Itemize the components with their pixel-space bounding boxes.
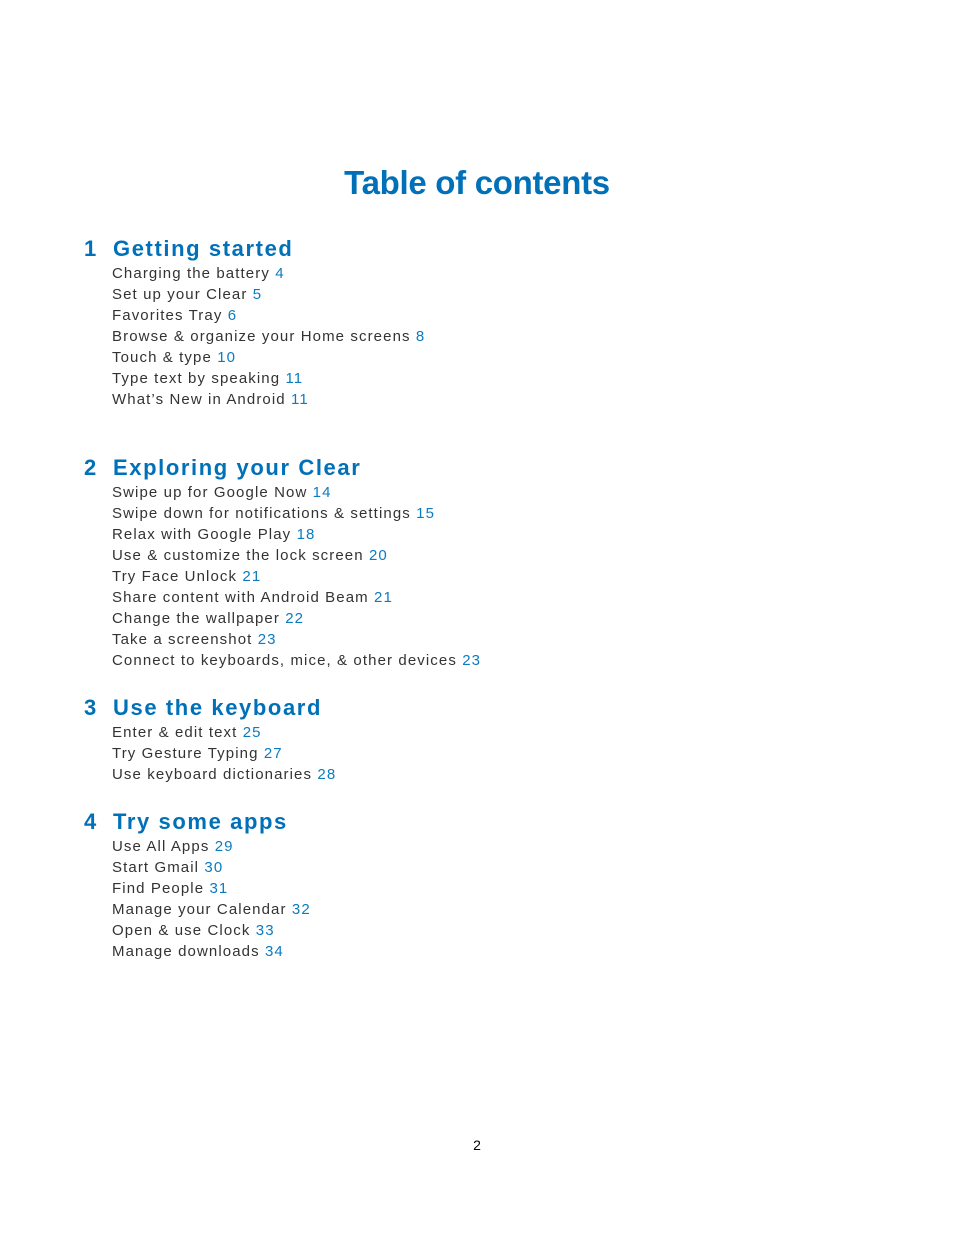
toc-entry-label: Manage downloads xyxy=(112,943,260,960)
section-heading[interactable]: 1 Getting started xyxy=(84,235,425,263)
toc-entry[interactable]: Share content with Android Beam 21 xyxy=(112,587,481,608)
toc-entry-page[interactable]: 30 xyxy=(204,859,223,876)
toc-entry-label: Connect to keyboards, mice, & other devi… xyxy=(112,652,457,669)
section-title: Try some apps xyxy=(113,809,288,834)
toc-section: 1 Getting started Charging the battery 4 Se… xyxy=(84,235,425,410)
toc-entry[interactable]: Relax with Google Play 18 xyxy=(112,524,481,545)
section-items: Enter & edit text 25 Try Gesture Typing 2… xyxy=(112,722,336,785)
toc-entry-label: Swipe up for Google Now xyxy=(112,484,308,501)
toc-entry[interactable]: Use & customize the lock screen 20 xyxy=(112,545,481,566)
toc-entry-page[interactable]: 21 xyxy=(374,589,393,606)
toc-entry-label: Try Gesture Typing xyxy=(112,745,259,762)
toc-section: 4 Try some apps Use All Apps 29 Start Gmail… xyxy=(84,808,311,962)
toc-entry-label: Find People xyxy=(112,880,205,897)
toc-entry[interactable]: What’s New in Android 11 xyxy=(112,389,425,410)
section-title: Use the keyboard xyxy=(113,695,323,720)
toc-entry-label: Take a screenshot xyxy=(112,631,253,648)
toc-entry-label: What’s New in Android xyxy=(112,391,286,408)
section-heading[interactable]: 2 Exploring your Clear xyxy=(84,454,481,482)
toc-entry-label: Swipe down for notifications & settings xyxy=(112,505,411,522)
toc-entry-label: Charging the battery xyxy=(112,265,270,282)
toc-entry-page[interactable]: 31 xyxy=(209,880,228,897)
toc-entry-page[interactable]: 5 xyxy=(253,286,262,303)
toc-entry-page[interactable]: 10 xyxy=(217,349,236,366)
toc-entry[interactable]: Type text by speaking 11 xyxy=(112,368,425,389)
toc-entry-label: Open & use Clock xyxy=(112,922,251,939)
toc-entry-page[interactable]: 22 xyxy=(285,610,304,627)
section-title: Getting started xyxy=(113,236,294,261)
section-heading[interactable]: 4 Try some apps xyxy=(84,808,311,836)
toc-entry[interactable]: Manage your Calendar 32 xyxy=(112,899,311,920)
page-title: Table of contents xyxy=(344,164,610,201)
toc-entry[interactable]: Swipe up for Google Now 14 xyxy=(112,482,481,503)
toc-entry[interactable]: Try Face Unlock 21 xyxy=(112,566,481,587)
toc-entry[interactable]: Open & use Clock 33 xyxy=(112,920,311,941)
toc-entry[interactable]: Manage downloads 34 xyxy=(112,941,311,962)
toc-entry[interactable]: Enter & edit text 25 xyxy=(112,722,336,743)
toc-entry-page[interactable]: 21 xyxy=(242,568,261,585)
toc-entry-page[interactable]: 34 xyxy=(265,943,284,960)
toc-entry[interactable]: Take a screenshot 23 xyxy=(112,629,481,650)
toc-entry-label: Start Gmail xyxy=(112,859,200,876)
page-number: 2 xyxy=(473,1137,481,1153)
toc-entry-label: Enter & edit text xyxy=(112,724,238,741)
toc-entry[interactable]: Set up your Clear 5 xyxy=(112,284,425,305)
toc-entry[interactable]: Swipe down for notifications & settings … xyxy=(112,503,481,524)
toc-entry-label: Share content with Android Beam xyxy=(112,589,369,606)
section-number: 4 xyxy=(84,809,98,834)
toc-entry[interactable]: Try Gesture Typing 27 xyxy=(112,743,336,764)
toc-entry-label: Touch & type xyxy=(112,349,212,366)
toc-entry-page[interactable]: 23 xyxy=(258,631,277,648)
section-items: Charging the battery 4 Set up your Clear … xyxy=(112,263,425,410)
toc-entry-label: Relax with Google Play xyxy=(112,526,292,543)
toc-entry-page[interactable]: 20 xyxy=(369,547,388,564)
toc-entry[interactable]: Browse & organize your Home screens 8 xyxy=(112,326,425,347)
toc-entry[interactable]: Find People 31 xyxy=(112,878,311,899)
toc-entry-label: Use keyboard dictionaries xyxy=(112,766,313,783)
toc-entry-page[interactable]: 23 xyxy=(462,652,481,669)
toc-entry-page[interactable]: 14 xyxy=(313,484,332,501)
toc-entry[interactable]: Change the wallpaper 22 xyxy=(112,608,481,629)
toc-entry[interactable]: Favorites Tray 6 xyxy=(112,305,425,326)
toc-entry[interactable]: Touch & type 10 xyxy=(112,347,425,368)
section-number: 3 xyxy=(84,695,98,720)
toc-entry-page[interactable]: 8 xyxy=(416,328,425,345)
toc-entry[interactable]: Start Gmail 30 xyxy=(112,857,311,878)
toc-entry-page[interactable]: 6 xyxy=(228,307,237,324)
toc-entry-page[interactable]: 25 xyxy=(243,724,262,741)
toc-entry-label: Use All Apps xyxy=(112,838,210,855)
section-items: Swipe up for Google Now 14 Swipe down for… xyxy=(112,482,481,671)
toc-entry-page[interactable]: 33 xyxy=(256,922,275,939)
toc-entry-label: Try Face Unlock xyxy=(112,568,238,585)
toc-section: 3 Use the keyboard Enter & edit text 25 Try… xyxy=(84,694,336,785)
toc-entry-page[interactable]: 11 xyxy=(285,370,303,387)
toc-entry-page[interactable]: 29 xyxy=(215,838,234,855)
toc-entry[interactable]: Use All Apps 29 xyxy=(112,836,311,857)
section-title: Exploring your Clear xyxy=(113,455,362,480)
toc-section: 2 Exploring your Clear Swipe up for Google… xyxy=(84,454,481,671)
toc-entry-page[interactable]: 4 xyxy=(275,265,284,282)
section-items: Use All Apps 29 Start Gmail 30 Find People… xyxy=(112,836,311,962)
toc-entry-label: Type text by speaking xyxy=(112,370,281,387)
toc-entry-page[interactable]: 32 xyxy=(292,901,311,918)
section-heading[interactable]: 3 Use the keyboard xyxy=(84,694,336,722)
toc-entry-page[interactable]: 28 xyxy=(317,766,336,783)
toc-entry-label: Set up your Clear xyxy=(112,286,248,303)
toc-entry-page[interactable]: 27 xyxy=(264,745,283,762)
toc-entry-page[interactable]: 15 xyxy=(416,505,435,522)
toc-entry-label: Favorites Tray xyxy=(112,307,223,324)
toc-entry-label: Manage your Calendar xyxy=(112,901,287,918)
toc-entry[interactable]: Use keyboard dictionaries 28 xyxy=(112,764,336,785)
toc-entry[interactable]: Charging the battery 4 xyxy=(112,263,425,284)
toc-entry-label: Browse & organize your Home screens xyxy=(112,328,411,345)
section-number: 1 xyxy=(84,236,98,261)
toc-entry-page[interactable]: 11 xyxy=(291,391,309,408)
toc-entry-label: Use & customize the lock screen xyxy=(112,547,364,564)
toc-entry[interactable]: Connect to keyboards, mice, & other devi… xyxy=(112,650,481,671)
toc-entry-label: Change the wallpaper xyxy=(112,610,280,627)
section-number: 2 xyxy=(84,455,98,480)
toc-entry-page[interactable]: 18 xyxy=(297,526,316,543)
